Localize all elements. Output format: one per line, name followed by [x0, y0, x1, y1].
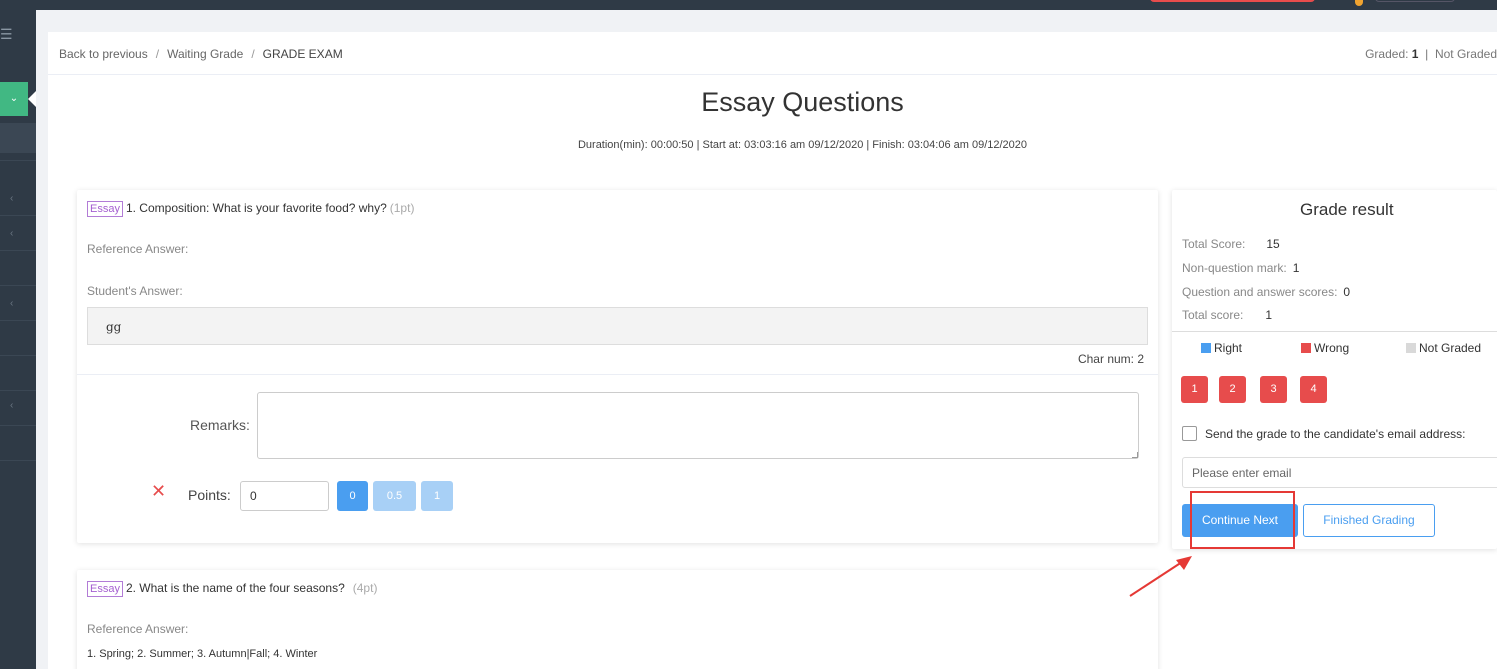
main-content: Back to previous / Waiting Grade / GRADE EXA…: [48, 32, 1497, 669]
send-email-checkbox[interactable]: [1182, 426, 1197, 441]
breadcrumb-separator: /: [251, 47, 255, 61]
total-score-final-row: Total score: 1: [1182, 308, 1272, 322]
breadcrumb-back-link[interactable]: Back to previous: [59, 47, 148, 61]
sidebar-divider: [0, 160, 36, 161]
total-score-value: 15: [1266, 237, 1280, 251]
header-divider: [48, 74, 1497, 75]
sidebar-divider: [0, 285, 36, 286]
legend-wrong-label: Wrong: [1314, 341, 1350, 355]
annotation-highlight-box: [1190, 491, 1295, 549]
email-input[interactable]: [1182, 457, 1497, 488]
total-score-label: Total Score:: [1182, 237, 1246, 251]
student-answer: gg: [87, 307, 1148, 345]
question-header: Essay 2. What is the name of the four sea…: [87, 581, 377, 597]
annotation-arrow-icon: [1129, 556, 1192, 597]
question-type-tag: Essay: [87, 581, 123, 597]
graded-label: Graded: [1365, 47, 1406, 61]
non-question-mark-label: Non-question mark:: [1182, 261, 1287, 275]
graded-summary: Graded: 1 | Not Graded: [1365, 47, 1497, 61]
resize-handle-icon[interactable]: [1132, 452, 1138, 458]
points-label: Points:: [188, 487, 231, 503]
chevron-left-icon[interactable]: ‹: [10, 400, 13, 411]
breadcrumb-current: GRADE EXAM: [262, 47, 343, 61]
top-bar: [0, 0, 1497, 10]
reference-answer: 1. Spring; 2. Summer; 3. Autumn|Fall; 4.…: [87, 648, 318, 660]
non-question-mark-row: Non-question mark: 1: [1182, 261, 1299, 275]
question-type-tag: Essay: [87, 201, 123, 217]
sidebar-item-active[interactable]: ⌄: [0, 82, 36, 116]
total-score-final-label: Total score:: [1182, 308, 1244, 322]
student-answer-label: Student's Answer:: [87, 284, 183, 298]
legend-not-graded-label: Not Graded: [1419, 341, 1482, 355]
wrong-mark-icon: ✕: [151, 481, 167, 501]
question-header: Essay 1. Composition: What is your favori…: [87, 201, 414, 217]
sidebar-divider: [0, 355, 36, 356]
question-card-2: Essay 2. What is the name of the four sea…: [77, 570, 1158, 669]
sidebar-divider: [0, 215, 36, 216]
grade-panel-divider: [1172, 331, 1497, 332]
reference-answer-label: Reference Answer:: [87, 242, 189, 256]
qa-scores-value: 0: [1343, 285, 1351, 299]
chevron-left-icon[interactable]: ‹: [10, 298, 13, 309]
question-points: (4pt): [352, 581, 378, 595]
legend-wrong: Wrong: [1301, 341, 1349, 355]
legend-swatch-right: [1201, 343, 1211, 353]
breadcrumb-separator: /: [155, 47, 160, 61]
remarks-input[interactable]: [257, 392, 1139, 459]
breadcrumb: Back to previous / Waiting Grade / GRADE EXA…: [59, 47, 343, 61]
user-avatar[interactable]: [1355, 0, 1363, 6]
sidebar-divider: [0, 320, 36, 321]
points-button-0[interactable]: 0: [337, 481, 368, 511]
top-bar-user-menu[interactable]: [1375, 0, 1455, 2]
graded-divider: |: [1425, 47, 1429, 61]
question-nav-1[interactable]: 1: [1181, 376, 1208, 403]
question-nav-3[interactable]: 3: [1260, 376, 1287, 403]
not-graded-label: Not Graded: [1434, 47, 1497, 61]
sidebar: ☰ ⌄ ‹ ‹ ‹ ‹: [0, 10, 36, 669]
sidebar-divider: [0, 425, 36, 426]
send-email-label: Send the grade to the candidate's email …: [1205, 427, 1466, 441]
legend-right: Right: [1201, 341, 1242, 355]
qa-scores-label: Question and answer scores:: [1182, 285, 1338, 299]
grade-result-title: Grade result: [1300, 200, 1394, 219]
question-title: 1. Composition: What is your favorite fo…: [125, 201, 387, 215]
finished-grading-button[interactable]: Finished Grading: [1303, 504, 1435, 537]
question-nav-4[interactable]: 4: [1300, 376, 1327, 403]
legend-swatch-not-graded: [1406, 343, 1416, 353]
question-divider: [77, 374, 1158, 375]
hamburger-menu-icon[interactable]: ☰: [0, 26, 16, 42]
points-button-1[interactable]: 1: [421, 481, 453, 511]
chevron-down-icon: ⌄: [9, 93, 19, 104]
question-card-1: Essay 1. Composition: What is your favori…: [77, 190, 1158, 543]
legend-not-graded: Not Graded: [1406, 341, 1481, 355]
breadcrumb-waiting-grade-link[interactable]: Waiting Grade: [167, 47, 243, 61]
char-count: Char num: 2: [1077, 352, 1144, 366]
legend-swatch-wrong: [1301, 343, 1311, 353]
chevron-left-icon[interactable]: ‹: [10, 228, 13, 239]
chevron-left-icon[interactable]: ‹: [10, 193, 13, 204]
question-nav-2[interactable]: 2: [1219, 376, 1246, 403]
remarks-label: Remarks:: [190, 417, 250, 433]
question-title: 2. What is the name of the four seasons?: [125, 581, 345, 595]
total-score-final-value: 1: [1265, 308, 1273, 322]
exam-duration-info: Duration(min): 00:00:50 | Start at: 03:0…: [577, 139, 1028, 151]
page-title: Essay Questions: [701, 87, 904, 117]
question-points: (1pt): [389, 201, 415, 215]
graded-count: 1: [1411, 47, 1419, 61]
qa-scores-row: Question and answer scores: 0: [1182, 285, 1350, 299]
points-input[interactable]: [240, 481, 329, 511]
total-score-row: Total Score: 15: [1182, 237, 1280, 251]
sidebar-item-selected[interactable]: [0, 123, 36, 153]
legend-right-label: Right: [1214, 341, 1243, 355]
reference-answer-label: Reference Answer:: [87, 622, 189, 636]
points-button-half[interactable]: 0.5: [373, 481, 416, 511]
non-question-mark-value: 1: [1292, 261, 1300, 275]
sidebar-divider: [0, 460, 36, 461]
top-bar-button[interactable]: [1150, 0, 1315, 2]
sidebar-divider: [0, 390, 36, 391]
sidebar-divider: [0, 250, 36, 251]
